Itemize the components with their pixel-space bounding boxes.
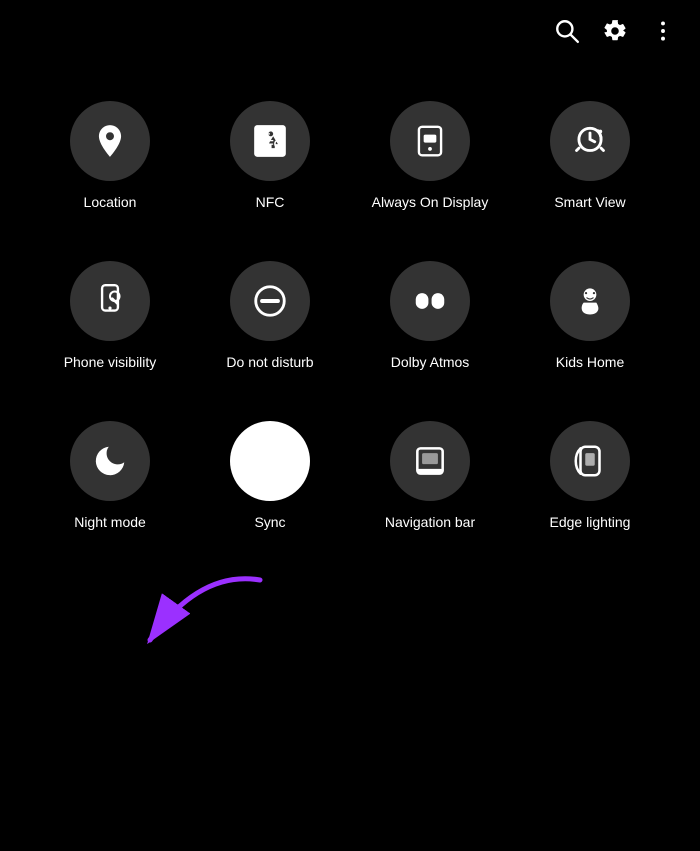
sync-tile[interactable]: Sync xyxy=(190,401,350,561)
edge-lighting-label: Edge lighting xyxy=(550,513,631,531)
phone-visibility-label: Phone visibility xyxy=(64,353,157,371)
settings-icon[interactable] xyxy=(602,18,628,51)
night-mode-label: Night mode xyxy=(74,513,146,531)
dnd-label: Do not disturb xyxy=(226,353,313,371)
kids-home-icon-circle xyxy=(550,261,630,341)
location-label: Location xyxy=(84,193,137,211)
nfc-tile[interactable]: NFC NFC xyxy=(190,81,350,241)
svg-text:NFC: NFC xyxy=(259,138,282,150)
navigation-bar-tile[interactable]: Navigation bar xyxy=(350,401,510,561)
phone-visibility-icon-circle xyxy=(70,261,150,341)
smart-view-label: Smart View xyxy=(554,193,625,211)
location-tile[interactable]: Location xyxy=(30,81,190,241)
edge-lighting-icon-circle xyxy=(550,421,630,501)
smart-view-icon-circle xyxy=(550,101,630,181)
more-options-icon[interactable] xyxy=(650,18,676,51)
sync-icon-circle xyxy=(230,421,310,501)
arrow-annotation xyxy=(100,560,300,680)
dolby-label: Dolby Atmos xyxy=(391,353,470,371)
dolby-atmos-tile[interactable]: Dolby Atmos xyxy=(350,241,510,401)
navbar-label: Navigation bar xyxy=(385,513,475,531)
night-mode-icon-circle xyxy=(70,421,150,501)
nfc-label: NFC xyxy=(256,193,285,211)
nfc-icon-circle: NFC xyxy=(230,101,310,181)
smart-view-tile[interactable]: Smart View xyxy=(510,81,670,241)
location-icon-circle xyxy=(70,101,150,181)
dnd-icon-circle xyxy=(230,261,310,341)
aod-icon-circle xyxy=(390,101,470,181)
aod-label: Always On Display xyxy=(372,193,489,211)
dolby-icon-circle xyxy=(390,261,470,341)
night-mode-tile[interactable]: Night mode xyxy=(30,401,190,561)
edge-lighting-tile[interactable]: Edge lighting xyxy=(510,401,670,561)
search-icon[interactable] xyxy=(554,18,580,51)
kids-home-label: Kids Home xyxy=(556,353,624,371)
quick-settings-grid: Location NFC NFC Always On Display xyxy=(0,61,700,562)
kids-home-tile[interactable]: Kids Home xyxy=(510,241,670,401)
always-on-display-tile[interactable]: Always On Display xyxy=(350,81,510,241)
sync-label: Sync xyxy=(254,513,285,531)
phone-visibility-tile[interactable]: Phone visibility xyxy=(30,241,190,401)
top-bar xyxy=(0,0,700,61)
dnd-tile[interactable]: Do not disturb xyxy=(190,241,350,401)
navbar-icon-circle xyxy=(390,421,470,501)
